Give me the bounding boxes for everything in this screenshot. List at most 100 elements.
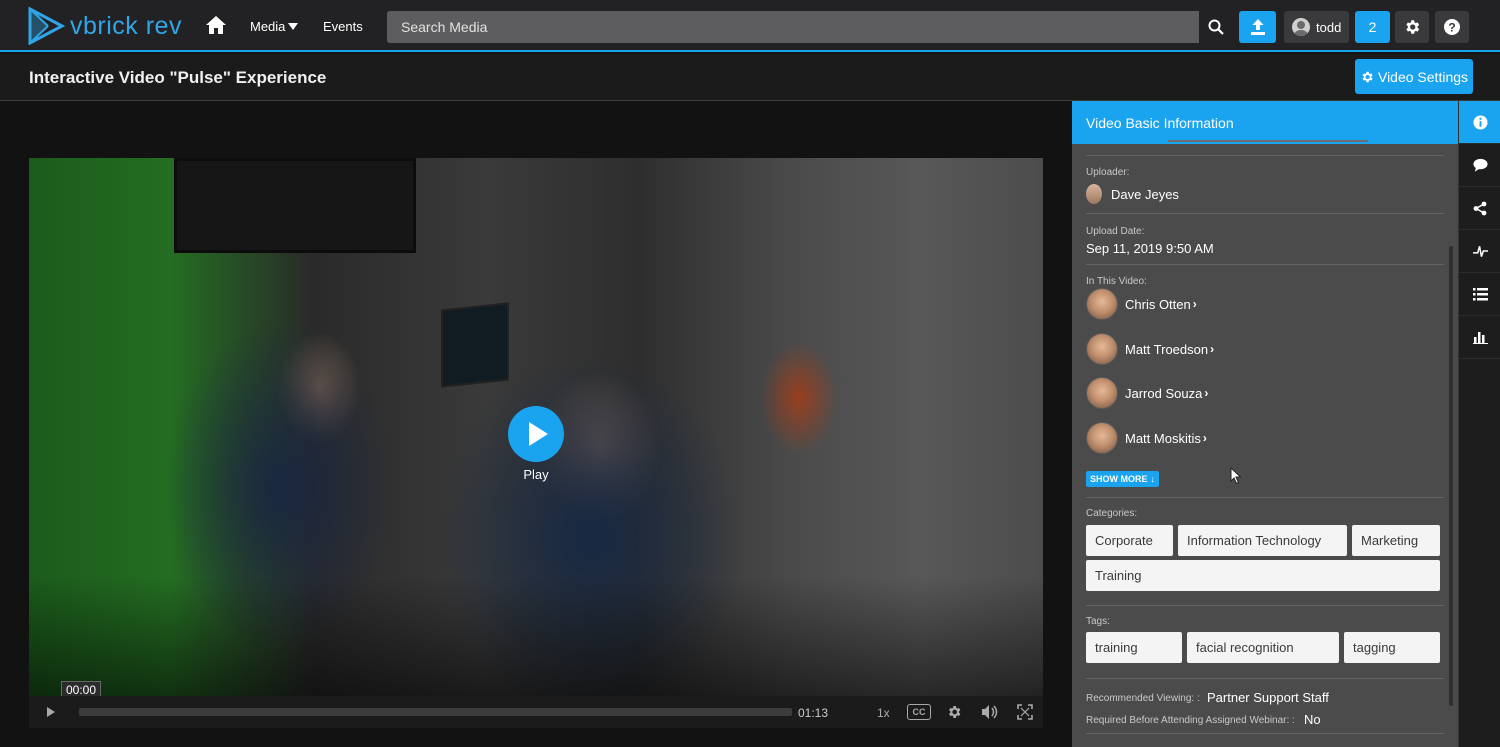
chevron-right-icon: › (1210, 342, 1215, 356)
chevron-right-icon: › (1192, 297, 1197, 311)
rail-comments-tab[interactable] (1459, 144, 1500, 187)
nav-events-link[interactable]: Events (323, 19, 363, 34)
arrow-down-icon: ↓ (1150, 474, 1156, 484)
person-name: Matt Troedson (1125, 341, 1209, 357)
person-link[interactable]: Matt Moskitis › (1086, 422, 1207, 454)
nav-media-menu[interactable]: Media (250, 19, 299, 34)
caret-down-icon (288, 23, 299, 30)
upload-date: Sep 11, 2019 9:50 AM (1086, 241, 1214, 256)
playback-speed-button[interactable]: 1x (877, 706, 890, 720)
mouse-pointer-icon (1230, 467, 1242, 485)
fullscreen-icon[interactable] (1017, 704, 1033, 725)
time-tooltip: 00:00 (61, 681, 101, 696)
player-area: Play 00:00 01:13 1x CC (0, 101, 1072, 747)
video-frame[interactable]: Play 00:00 (29, 158, 1043, 696)
person-name: Chris Otten (1125, 296, 1191, 312)
search-input[interactable] (387, 11, 1199, 43)
uploader-label: Uploader: (1086, 167, 1130, 178)
video-settings-button[interactable]: Video Settings (1355, 59, 1473, 94)
progress-bar[interactable] (79, 708, 792, 716)
required-webinar-label: Required Before Attending Assigned Webin… (1086, 715, 1295, 726)
video-info-panel: Video Basic Information Uploader: Dave J… (1072, 101, 1458, 747)
list-icon (1472, 287, 1488, 300)
divider (1086, 264, 1444, 265)
category-chip[interactable]: Marketing (1352, 525, 1440, 556)
categories-label: Categories: (1086, 508, 1138, 519)
help-icon: ? (1444, 19, 1460, 35)
closed-captions-button[interactable]: CC (907, 704, 931, 720)
divider (1086, 213, 1444, 214)
panel-scrollbar[interactable] (1449, 246, 1453, 706)
video-shade (29, 576, 1043, 696)
video-settings-label: Video Settings (1377, 68, 1469, 85)
video-title-bar: Interactive Video "Pulse" Experience Vid… (0, 54, 1500, 101)
person-link[interactable]: Jarrod Souza › (1086, 377, 1208, 409)
uploader-name: Dave Jeyes (1111, 186, 1179, 202)
divider (1086, 605, 1444, 606)
settings-button[interactable] (1395, 11, 1429, 43)
info-icon (1472, 114, 1488, 130)
category-chip[interactable]: Corporate (1086, 525, 1173, 556)
page-title: Interactive Video "Pulse" Experience (29, 68, 327, 87)
show-more-button[interactable]: SHOW MORE ↓ (1086, 471, 1159, 487)
player-controls: 01:13 1x CC (29, 696, 1043, 728)
rail-analytics-tab[interactable] (1459, 316, 1500, 359)
person-avatar (1086, 333, 1118, 365)
gear-icon (1362, 71, 1373, 82)
comment-icon (1472, 158, 1488, 172)
player-settings-gear-icon[interactable] (946, 704, 962, 725)
person-link[interactable]: Matt Troedson › (1086, 333, 1214, 365)
background-laptop (441, 302, 509, 388)
rail-info-tab[interactable] (1459, 101, 1500, 144)
category-chip[interactable]: Training (1086, 560, 1440, 591)
top-navigation-bar: vbrick rev Media Events todd 2 ? (0, 0, 1500, 52)
required-webinar-value: No (1304, 712, 1321, 727)
user-avatar-icon (1292, 18, 1310, 36)
in-this-video-label: In This Video: (1086, 276, 1147, 287)
pulse-icon (1472, 246, 1488, 257)
upload-button[interactable] (1239, 11, 1276, 43)
bar-chart-icon (1472, 332, 1488, 344)
rail-share-tab[interactable] (1459, 187, 1500, 230)
help-button[interactable]: ? (1435, 11, 1469, 43)
recommended-viewing-value: Partner Support Staff (1207, 690, 1329, 705)
home-icon[interactable] (205, 15, 229, 37)
divider (1086, 497, 1444, 498)
right-icon-rail (1458, 101, 1500, 747)
user-name: todd (1316, 19, 1342, 35)
big-play-button[interactable] (508, 406, 564, 462)
vbrick-logo-icon (28, 7, 66, 45)
divider (1086, 678, 1444, 679)
person-avatar (1086, 377, 1118, 409)
chevron-right-icon: › (1204, 386, 1209, 400)
svg-text:?: ? (1448, 21, 1455, 35)
tag-chip[interactable]: tagging (1344, 632, 1440, 663)
tags-label: Tags: (1086, 616, 1110, 627)
user-menu-button[interactable]: todd (1284, 11, 1349, 43)
share-icon (1473, 201, 1487, 215)
rail-chapters-tab[interactable] (1459, 273, 1500, 316)
upload-date-label: Upload Date: (1086, 226, 1145, 237)
person-name: Jarrod Souza (1125, 385, 1203, 401)
vbrick-logo[interactable]: vbrick rev (26, 7, 182, 45)
play-icon[interactable] (47, 707, 55, 717)
category-chip[interactable]: Information Technology (1178, 525, 1347, 556)
search-button[interactable] (1200, 11, 1232, 43)
logo-text: vbrick rev (70, 11, 182, 40)
chevron-right-icon: › (1202, 431, 1207, 445)
gear-icon (1406, 20, 1420, 34)
notifications-button[interactable]: 2 (1355, 11, 1390, 43)
rail-pulse-tab[interactable] (1459, 230, 1500, 273)
panel-header: Video Basic Information (1072, 101, 1458, 144)
upload-icon (1250, 19, 1265, 35)
uploader-avatar (1086, 184, 1102, 204)
divider (1086, 733, 1444, 734)
nav-media-label: Media (250, 19, 286, 34)
person-name: Matt Moskitis (1125, 430, 1201, 446)
person-link[interactable]: Chris Otten › (1086, 288, 1197, 320)
tag-chip[interactable]: facial recognition (1187, 632, 1339, 663)
volume-icon[interactable] (981, 704, 999, 725)
search-icon (1208, 19, 1224, 35)
tag-chip[interactable]: training (1086, 632, 1182, 663)
panel-scrolled-content (1086, 140, 1444, 156)
